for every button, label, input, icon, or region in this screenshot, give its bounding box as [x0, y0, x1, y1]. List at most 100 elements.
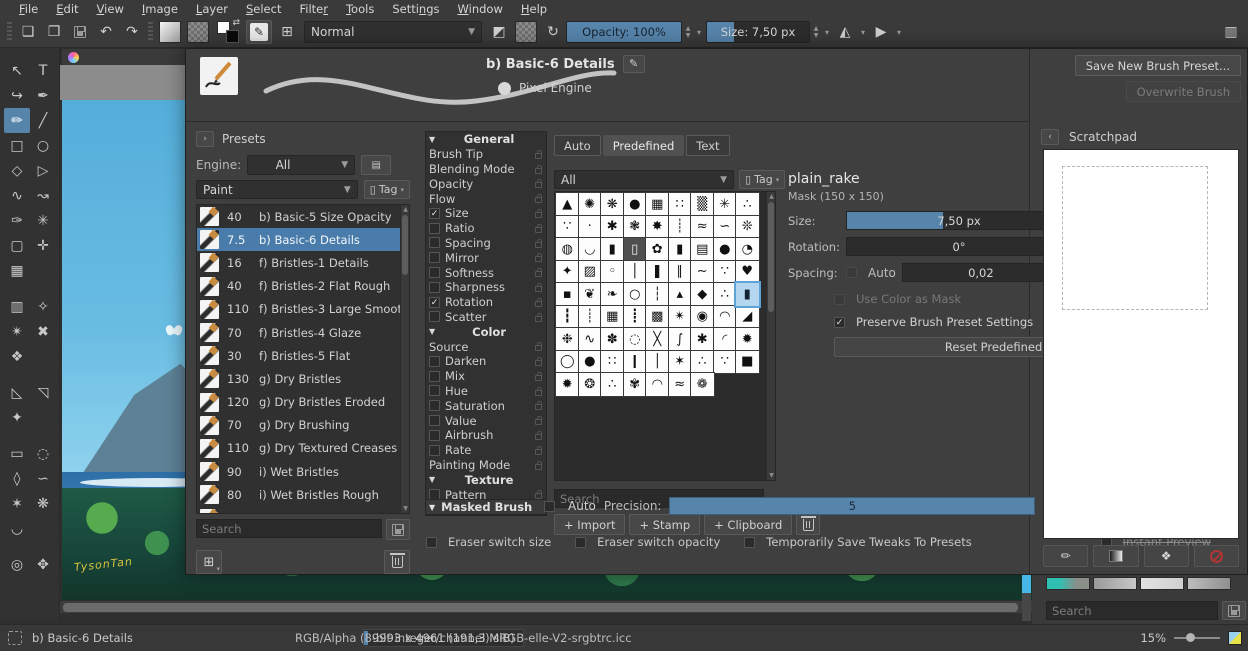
preset-row[interactable]: 30f) Bristles-5 Flat [197, 344, 409, 367]
opacity-spinner[interactable]: ▲▼ [682, 21, 694, 43]
swap-colors-icon[interactable]: ⇄ [232, 18, 240, 28]
brush-tip-cell[interactable]: ∿ [579, 328, 602, 351]
tip-rotation-slider[interactable]: 0° [846, 237, 1072, 256]
crop-tool[interactable]: ▦ [4, 258, 30, 283]
document-tab[interactable] [62, 49, 188, 65]
option-section-texture[interactable]: ▼Texture [426, 472, 546, 487]
brush-tip-cell[interactable]: ✱ [691, 328, 714, 351]
delete-tip-button[interactable] [796, 514, 820, 535]
preset-row[interactable]: 70g) Dry Brushing [197, 414, 409, 437]
reload-preset-icon[interactable]: ↻ [540, 20, 566, 44]
hscrollbar-thumb[interactable] [63, 603, 1018, 612]
use-color-as-mask-checkbox[interactable] [834, 294, 845, 305]
brush-tip-cell[interactable]: ◉ [691, 306, 714, 329]
preserve-settings-checkbox[interactable] [834, 317, 845, 328]
brush-tip-cell[interactable]: ▤ [691, 238, 714, 261]
option-checkbox[interactable] [429, 267, 440, 278]
fill-bucket-icon[interactable]: ❖ [1144, 545, 1189, 567]
brush-editor-icon[interactable]: ✎ [246, 20, 272, 44]
preset-row[interactable]: 40f) Bristles-2 Flat Rough [197, 275, 409, 298]
save-icon[interactable] [67, 20, 93, 44]
brush-tip-cell[interactable]: ❊ [736, 216, 759, 239]
brush-tip-cell[interactable]: · [579, 216, 602, 239]
overview-thumbnail-icon[interactable] [1228, 631, 1242, 645]
docker-preset-thumbnail[interactable] [1187, 577, 1231, 590]
docker-save-icon[interactable] [1222, 601, 1246, 620]
brush-tip-cell[interactable]: ● [624, 193, 647, 216]
save-search-as-tag-icon[interactable] [386, 519, 410, 540]
preserve-alpha-icon[interactable] [515, 21, 537, 43]
menu-item-select[interactable]: Select [237, 2, 291, 16]
footer-check-eraser-switch-opacity[interactable]: Eraser switch opacity [575, 535, 720, 549]
mirror-horizontal-icon[interactable]: ◭ [832, 20, 858, 44]
option-rate[interactable]: Rate [426, 443, 546, 458]
brush-tip-cell[interactable]: ○ [624, 283, 647, 306]
brush-tip-cell[interactable]: ▒ [691, 193, 714, 216]
option-softness[interactable]: Softness [426, 265, 546, 280]
brush-tip-cell[interactable]: │ [646, 351, 669, 374]
add-preset-button[interactable]: ⊞▾ [196, 550, 222, 574]
tag-button[interactable]: ▯ Tag ▾ [364, 180, 410, 199]
option-checkbox[interactable] [429, 252, 440, 263]
edit-shapes-tool[interactable]: ↪ [4, 83, 30, 108]
preset-row[interactable]: 120g) Dry Bristles Eroded [197, 391, 409, 414]
tip-grid-scrollbar[interactable]: ▲ ▼ [766, 192, 775, 480]
tab-text[interactable]: Text [686, 135, 729, 156]
preset-row[interactable]: 16f) Bristles-1 Details [197, 251, 409, 274]
menu-item-image[interactable]: Image [133, 2, 187, 16]
tip-filter-select[interactable]: All ▼ [554, 170, 734, 189]
option-section-general[interactable]: ▼General [426, 132, 546, 147]
option-brush-tip[interactable]: Brush Tip [426, 147, 546, 162]
gradient-swatch[interactable] [159, 21, 181, 43]
menu-item-filter[interactable]: Filter [290, 2, 337, 16]
footer-checkbox[interactable] [575, 537, 586, 548]
brush-tip-cell[interactable]: ∥ [669, 261, 692, 284]
brush-tip-cell[interactable]: ▮ [736, 283, 759, 306]
menu-item-window[interactable]: Window [449, 2, 512, 16]
select-shapes-tool[interactable]: ↖ [4, 58, 30, 83]
brush-tip-cell[interactable]: ◔ [736, 238, 759, 261]
scroll-up-icon[interactable]: ▲ [767, 192, 776, 201]
brush-tip-cell[interactable]: ∵ [714, 351, 737, 374]
save-new-preset-button[interactable]: Save New Brush Preset... [1075, 55, 1241, 76]
brush-tip-cell[interactable]: ❂ [579, 373, 602, 396]
brush-tip-cell[interactable]: ∷ [601, 351, 624, 374]
colorize-mask-tool[interactable]: ✴ [4, 319, 30, 344]
preset-row[interactable]: 40b) Basic-5 Size Opacity [197, 205, 409, 228]
freehand-selection-tool[interactable]: ∽ [30, 466, 56, 491]
brush-tip-cell[interactable]: ❋ [601, 193, 624, 216]
brush-tip-cell[interactable]: ✴ [669, 306, 692, 329]
brush-tip-cell[interactable]: ┊ [579, 306, 602, 329]
paint-brush-icon[interactable]: ✏ [1043, 545, 1088, 567]
bezier-selection-tool[interactable]: ◡ [4, 516, 30, 541]
brush-tip-cell[interactable]: ┇ [556, 306, 579, 329]
option-value[interactable]: Value [426, 413, 546, 428]
delete-preset-button[interactable] [384, 550, 410, 574]
brush-tip-cell[interactable]: ∷ [669, 193, 692, 216]
brush-tip-cell[interactable]: ≈ [691, 216, 714, 239]
option-rotation[interactable]: Rotation [426, 295, 546, 310]
brush-tip-cell[interactable]: ∵ [714, 261, 737, 284]
collapse-presets-icon[interactable]: › [196, 131, 214, 147]
brush-tip-cell[interactable]: ✶ [669, 351, 692, 374]
option-checkbox[interactable] [429, 223, 440, 234]
move-tool[interactable]: ✛ [30, 233, 56, 258]
option-scatter[interactable]: Scatter [426, 310, 546, 325]
docker-scrollbar[interactable] [1022, 575, 1031, 621]
size-slider[interactable]: Size: 7,50 px [706, 21, 810, 43]
footer-check-temporarily-save-tweaks-to-presets[interactable]: Temporarily Save Tweaks To Presets [744, 535, 972, 549]
brush-tip-cell[interactable]: ◯ [556, 351, 579, 374]
option-sharpness[interactable]: Sharpness [426, 280, 546, 295]
brush-tip-cell[interactable]: ≈ [669, 373, 692, 396]
import-tip-button[interactable]: + Import [554, 514, 625, 535]
stamp-tip-button[interactable]: + Stamp [629, 514, 700, 535]
brush-tip-cell[interactable]: ┆ [646, 283, 669, 306]
brush-tip-cell[interactable]: ◜ [714, 328, 737, 351]
brush-tip-cell[interactable]: ▪ [556, 283, 579, 306]
scroll-up-icon[interactable]: ▲ [401, 205, 410, 214]
brush-tip-cell[interactable]: ♥ [736, 261, 759, 284]
preset-display-mode-icon[interactable]: ▤▾ [361, 155, 391, 175]
rectangle-tool[interactable]: □ [4, 133, 30, 158]
size-dropdown-icon[interactable]: ▾ [822, 28, 832, 37]
rename-preset-icon[interactable]: ✎ [623, 55, 645, 73]
